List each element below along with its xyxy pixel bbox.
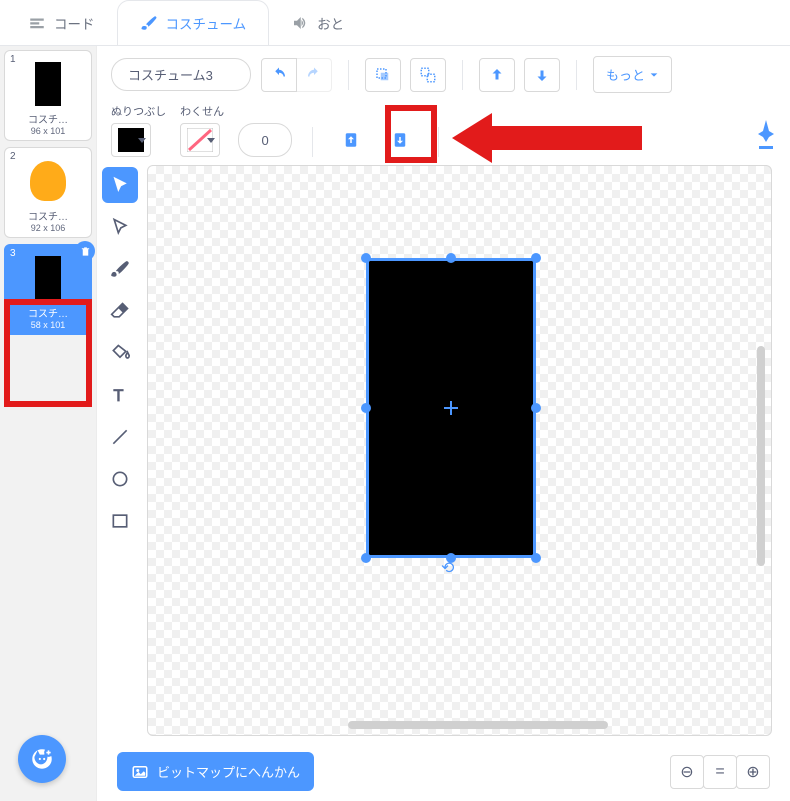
fill-color-button[interactable] bbox=[111, 123, 151, 157]
copy-svg-button[interactable] bbox=[333, 123, 369, 157]
resize-handle[interactable] bbox=[361, 253, 371, 263]
zoom-out-button[interactable]: ⊖ bbox=[670, 755, 704, 789]
cursor-icon bbox=[110, 175, 130, 195]
fill-label: ぬりつぶし bbox=[111, 103, 166, 119]
undo-button[interactable] bbox=[261, 58, 297, 92]
clipboard-down-icon bbox=[391, 131, 409, 149]
reshape-tool[interactable] bbox=[102, 209, 138, 245]
stroke-label: わくせん bbox=[180, 103, 224, 119]
select-tool[interactable] bbox=[102, 167, 138, 203]
stroke-color-button[interactable] bbox=[180, 123, 220, 157]
rect-icon bbox=[110, 511, 130, 531]
bitmap-label: ビットマップにへんかん bbox=[157, 762, 300, 781]
bucket-icon bbox=[110, 343, 130, 363]
canvas-hscroll[interactable] bbox=[348, 721, 608, 729]
sound-icon bbox=[291, 14, 309, 32]
thumb-preview bbox=[30, 161, 66, 201]
resize-handle[interactable] bbox=[446, 253, 456, 263]
resize-handle[interactable] bbox=[531, 253, 541, 263]
more-button[interactable]: もっと bbox=[593, 56, 672, 93]
text-tool[interactable]: T bbox=[102, 377, 138, 413]
sparkle-indicator bbox=[756, 118, 776, 157]
delete-thumb-button[interactable] bbox=[75, 241, 95, 261]
tab-code-label: コード bbox=[54, 13, 95, 33]
bring-forward-button[interactable] bbox=[479, 58, 515, 92]
resize-handle[interactable] bbox=[531, 403, 541, 413]
canvas-vscroll[interactable] bbox=[757, 346, 765, 566]
thumb-preview bbox=[35, 62, 61, 106]
thumb-name: コスチ… bbox=[9, 208, 87, 223]
brush-tool[interactable] bbox=[102, 251, 138, 287]
clipboard-up-icon bbox=[342, 131, 360, 149]
zoom-controls: ⊖ = ⊕ bbox=[671, 755, 770, 789]
selected-shape[interactable]: ⟲ bbox=[366, 258, 536, 558]
tab-costumes-label: コスチューム bbox=[166, 13, 247, 33]
circle-tool[interactable] bbox=[102, 461, 138, 497]
add-costume-button[interactable] bbox=[18, 735, 66, 783]
ungroup-icon bbox=[419, 66, 437, 84]
thumb-name: コスチ… bbox=[9, 305, 87, 320]
group-icon bbox=[374, 66, 392, 84]
send-backward-button[interactable] bbox=[524, 58, 560, 92]
resize-handle[interactable] bbox=[361, 403, 371, 413]
arrow-up-icon bbox=[488, 66, 506, 84]
thumb-dim: 96 x 101 bbox=[9, 126, 87, 136]
rect-tool[interactable] bbox=[102, 503, 138, 539]
stroke-color-control: わくせん bbox=[180, 103, 224, 157]
costume-thumb[interactable]: 1 コスチ… 96 x 101 bbox=[4, 50, 92, 141]
brush-tool-icon bbox=[110, 259, 130, 279]
cat-plus-icon bbox=[29, 746, 55, 772]
chevron-down-icon bbox=[649, 70, 659, 80]
code-icon bbox=[28, 14, 46, 32]
group-button[interactable] bbox=[365, 58, 401, 92]
zoom-in-button[interactable]: ⊕ bbox=[736, 755, 770, 789]
tab-code[interactable]: コード bbox=[6, 0, 117, 45]
ungroup-button[interactable] bbox=[410, 58, 446, 92]
tab-sounds-label: おと bbox=[317, 13, 344, 33]
thumb-index: 1 bbox=[10, 54, 16, 65]
rotate-handle[interactable]: ⟲ bbox=[441, 558, 454, 578]
fill-color-control: ぬりつぶし bbox=[111, 103, 166, 157]
center-crosshair bbox=[444, 401, 458, 415]
paint-bucket-tool[interactable] bbox=[102, 335, 138, 371]
tab-sounds[interactable]: おと bbox=[269, 0, 366, 45]
bitmap-convert-button[interactable]: ビットマップにへんかん bbox=[117, 752, 314, 791]
redo-icon bbox=[305, 66, 323, 84]
brush-icon bbox=[140, 14, 158, 32]
undo-icon bbox=[270, 66, 288, 84]
redo-button[interactable] bbox=[296, 58, 332, 92]
paint-canvas[interactable]: ⟲ bbox=[147, 165, 772, 736]
costume-list: 1 コスチ… 96 x 101 2 コスチ… 92 x 106 3 コスチ… 5… bbox=[0, 46, 96, 801]
resize-handle[interactable] bbox=[531, 553, 541, 563]
cursor-outline-icon bbox=[110, 217, 130, 237]
thumb-preview bbox=[35, 256, 61, 300]
paste-svg-button[interactable] bbox=[382, 123, 418, 157]
image-icon bbox=[131, 763, 149, 781]
svg-text:T: T bbox=[113, 386, 123, 405]
text-icon: T bbox=[110, 385, 130, 405]
thumb-dim: 58 x 101 bbox=[9, 320, 87, 330]
thumb-name: コスチ… bbox=[9, 111, 87, 126]
costume-thumb[interactable]: 2 コスチ… 92 x 106 bbox=[4, 147, 92, 238]
zoom-reset-button[interactable]: = bbox=[703, 755, 737, 789]
line-tool[interactable] bbox=[102, 419, 138, 455]
stroke-width-input[interactable] bbox=[238, 123, 292, 157]
circle-icon bbox=[110, 469, 130, 489]
tab-costumes[interactable]: コスチューム bbox=[117, 0, 270, 45]
eraser-icon bbox=[110, 301, 130, 321]
more-label: もっと bbox=[606, 65, 645, 84]
arrow-down-icon bbox=[533, 66, 551, 84]
thumb-index: 3 bbox=[10, 248, 16, 259]
eraser-tool[interactable] bbox=[102, 293, 138, 329]
editor-tabs: コード コスチューム おと bbox=[0, 0, 790, 45]
tools-column: T bbox=[97, 161, 143, 742]
costume-name-input[interactable] bbox=[111, 58, 251, 91]
thumb-index: 2 bbox=[10, 151, 16, 162]
resize-handle[interactable] bbox=[361, 553, 371, 563]
line-icon bbox=[110, 427, 130, 447]
thumb-dim: 92 x 106 bbox=[9, 223, 87, 233]
costume-thumb[interactable]: 3 コスチ… 58 x 101 bbox=[4, 244, 92, 335]
